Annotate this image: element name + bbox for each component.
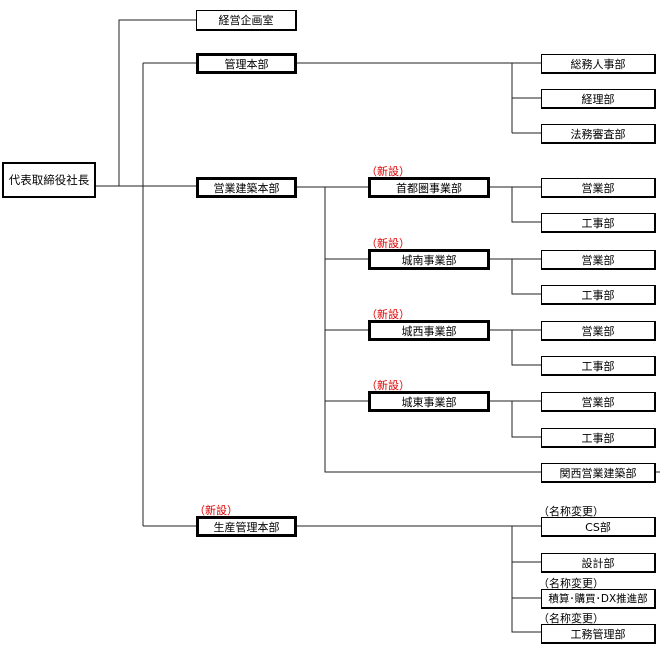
production-hq-box: 生産管理本部 <box>196 516 297 537</box>
dept-box: 設計部 <box>541 553 656 573</box>
division-box: 首都圏事業部 <box>368 177 490 198</box>
admin-hq-box: 管理本部 <box>196 53 297 74</box>
dept-box: 工事部 <box>541 213 656 233</box>
division-box: 城南事業部 <box>368 249 490 270</box>
dept-box: 営業部 <box>541 250 656 270</box>
dept-box: CS部 <box>541 517 656 537</box>
division-box: 城西事業部 <box>368 320 490 341</box>
dept-box: 積算･購買･DX推進部 <box>541 589 656 609</box>
dept-box: 法務審査部 <box>541 124 656 144</box>
dept-box: 営業部 <box>541 321 656 341</box>
dept-box: 営業部 <box>541 178 656 198</box>
division-box: 城東事業部 <box>368 391 490 412</box>
dept-box: 工事部 <box>541 428 656 448</box>
corporate-planning-box: 経営企画室 <box>196 10 297 31</box>
dept-box: 総務人事部 <box>541 54 656 74</box>
ceo-box: 代表取締役社長 <box>2 162 96 198</box>
dept-box: 営業部 <box>541 392 656 412</box>
sales-hq-box: 営業建築本部 <box>196 177 297 198</box>
kansai-dept-box: 関西営業建築部 <box>541 463 656 483</box>
dept-box: 経理部 <box>541 89 656 109</box>
dept-box: 工事部 <box>541 285 656 305</box>
dept-box: 工事部 <box>541 356 656 376</box>
dept-box: 工務管理部 <box>541 624 656 644</box>
